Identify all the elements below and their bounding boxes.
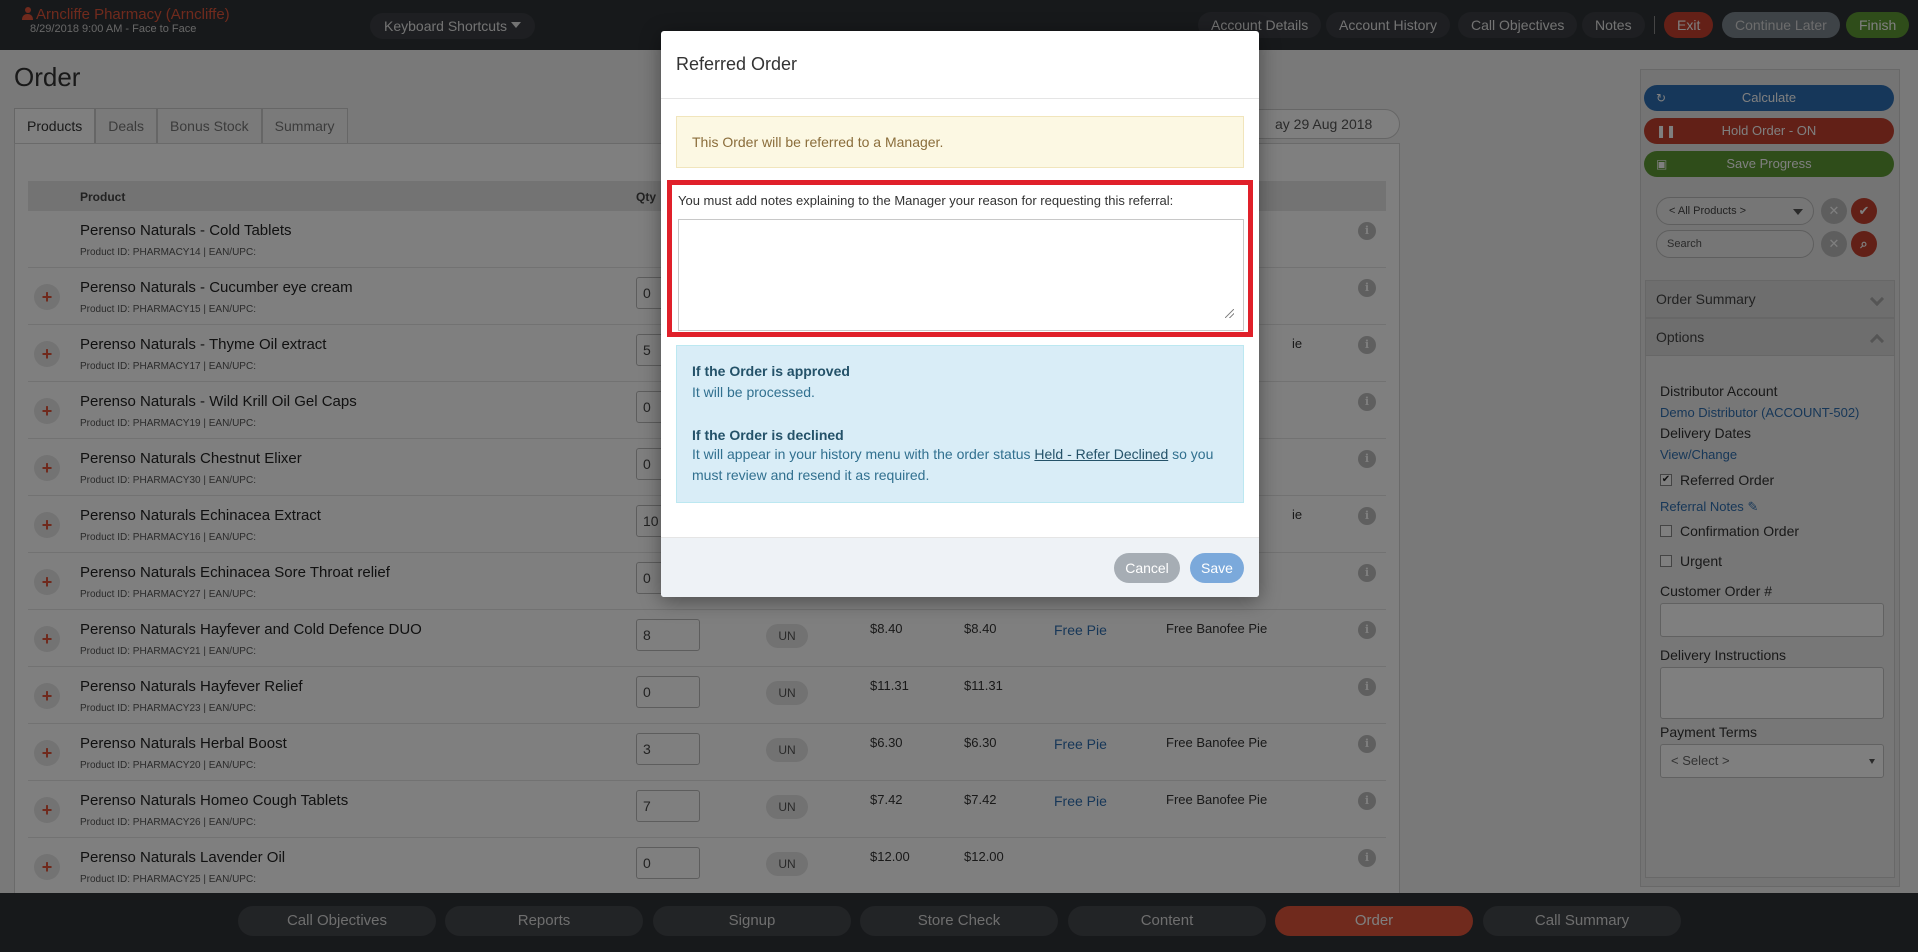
approved-heading: If the Order is approved <box>692 363 850 379</box>
notes-highlight-box: You must add notes explaining to the Man… <box>667 180 1253 337</box>
referral-notes-textarea[interactable] <box>678 219 1244 331</box>
declined-heading: If the Order is declined <box>692 427 844 443</box>
dialog-title: Referred Order <box>676 54 798 74</box>
resize-grip-icon[interactable] <box>1225 309 1234 318</box>
declined-status-link[interactable]: Held - Refer Declined <box>1034 446 1168 462</box>
dialog-header: Referred Order <box>661 31 1259 99</box>
notes-label: You must add notes explaining to the Man… <box>678 193 1174 208</box>
cancel-button[interactable]: Cancel <box>1114 553 1180 583</box>
declined-text: It will appear in your history menu with… <box>692 446 1214 483</box>
save-button[interactable]: Save <box>1190 553 1244 583</box>
dialog-footer: Cancel Save <box>661 537 1259 597</box>
approved-text: It will be processed. <box>692 384 815 400</box>
referral-warning: This Order will be referred to a Manager… <box>676 116 1244 168</box>
referred-order-dialog: Referred Order This Order will be referr… <box>661 31 1259 597</box>
referral-info: If the Order is approved It will be proc… <box>676 345 1244 503</box>
